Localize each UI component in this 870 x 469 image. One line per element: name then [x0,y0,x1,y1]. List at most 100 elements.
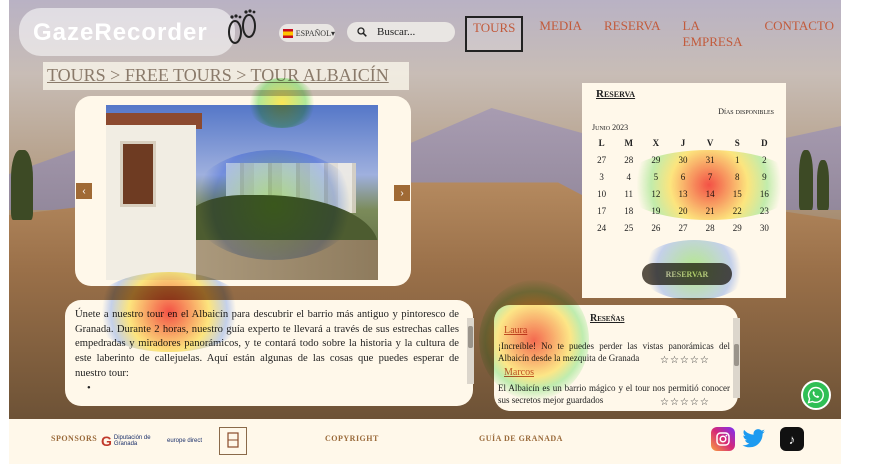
review-author[interactable]: Marcos [504,367,534,378]
calendar-day[interactable]: 4 [615,168,642,185]
calendar-day[interactable]: 31 [697,151,724,168]
twitter-glyph [742,429,765,448]
booking-panel: Reserva Días disponibles Junio 2023 L M … [582,83,786,298]
header: GazeRecorder ESPAÑOL▾ Buscar... TOURS ME… [9,0,841,58]
nav-reserva[interactable]: RESERVA [598,16,667,52]
sponsors-label: SPONSORS [51,434,98,443]
calendar-day[interactable]: 27 [669,219,696,236]
weekday: J [680,138,686,148]
reviews-title: Reseñas [590,313,625,324]
calendar-day[interactable]: 28 [615,151,642,168]
instagram-icon[interactable] [711,427,735,451]
sponsor-diputacion-logo[interactable]: G Diputación de Granada [101,427,151,455]
search-input[interactable]: Buscar... [347,22,455,42]
nav-contacto[interactable]: CONTACTO [758,16,840,52]
calendar-day[interactable]: 18 [615,202,642,219]
calendar-day[interactable]: 7 [697,168,724,185]
gallery-next-button[interactable]: › [394,185,410,201]
review-stars[interactable]: ☆☆☆☆☆ [660,355,710,366]
calendar-day[interactable]: 2 [751,151,778,168]
guia-granada-link[interactable]: GUÍA DE GRANADA [479,434,563,443]
weekday: S [734,138,740,148]
calendar-day[interactable]: 23 [751,202,778,219]
calendar-day[interactable]: 19 [642,202,669,219]
review-author[interactable]: Laura [504,325,527,336]
photo-door [120,141,156,207]
footer: SPONSORS G Diputación de Granada europe … [9,419,841,464]
search-placeholder: Buscar... [377,26,416,38]
search-icon [357,27,367,37]
nav-tours[interactable]: TOURS [465,16,524,52]
scrollbar-thumb[interactable] [734,344,739,366]
scrollbar-thumb[interactable] [468,326,473,348]
background-tree [817,160,829,210]
calendar-day[interactable]: 8 [724,168,751,185]
calendar-day[interactable]: 1 [724,151,751,168]
calendar-day[interactable]: 11 [615,185,642,202]
gallery-prev-button[interactable]: ‹ [76,183,92,199]
reviews-panel: Reseñas Laura ¡Increíble! No te puedes p… [494,305,738,411]
available-days-label: Días disponibles [718,107,774,116]
calendar-day[interactable]: 14 [697,185,724,202]
main-nav: TOURS MEDIA RESERVA LA EMPRESA CONTACTO [465,16,841,52]
background-tree [799,150,813,210]
nav-la-empresa[interactable]: LA EMPRESA [677,16,749,52]
weekday: V [706,138,714,148]
calendar-day[interactable]: 27 [588,151,615,168]
calendar-day[interactable]: 21 [697,202,724,219]
tour-description: Únete a nuestro tour en el Albaicín para… [65,300,473,406]
nav-media[interactable]: MEDIA [533,16,588,52]
calendar-day[interactable]: 26 [642,219,669,236]
reserve-button[interactable]: RESERVAR [642,263,732,285]
description-scrollbar[interactable] [467,318,474,384]
whatsapp-glyph [807,386,824,404]
crest-icon [227,432,239,448]
page-frame: GazeRecorder ESPAÑOL▾ Buscar... TOURS ME… [9,0,841,464]
calendar-week: 10 11 12 13 14 15 16 [588,185,778,202]
calendar-week: 3456789 [588,168,778,185]
calendar-day[interactable]: 28 [697,219,724,236]
calendar-day[interactable]: 20 [669,202,696,219]
calendar-day[interactable]: 15 [724,185,751,202]
language-label: ESPAÑOL▾ [295,28,335,38]
background-tree [11,150,33,220]
logo-text: GazeRecorder [33,19,208,47]
calendar-day[interactable]: 5 [642,168,669,185]
sponsor-crest-logo[interactable] [219,427,247,455]
calendar-day[interactable]: 3 [588,168,615,185]
sponsor-europe-direct-logo[interactable]: europe direct [167,427,213,455]
calendar-week: 17 18 19 20 21 22 23 [588,202,778,219]
calendar-day[interactable]: 9 [751,168,778,185]
calendar-day[interactable]: 13 [669,185,696,202]
review-stars[interactable]: ☆☆☆☆☆ [660,397,710,408]
breadcrumb[interactable]: TOURS > FREE TOURS > TOUR ALBAICÍN [43,62,409,90]
calendar-week: 24 25 26 27 28 29 30 [588,219,778,236]
calendar-day[interactable]: 12 [642,185,669,202]
sponsor-europe-direct-label: europe direct [167,438,203,444]
whatsapp-icon[interactable] [801,380,831,410]
booking-title: Reserva [596,88,636,100]
weekday: X [652,138,660,148]
calendar-day[interactable]: 30 [751,219,778,236]
description-bullet: • [87,382,91,394]
calendar-day[interactable]: 24 [588,219,615,236]
calendar-day[interactable]: 10 [588,185,615,202]
calendar-day[interactable]: 29 [724,219,751,236]
copyright-link[interactable]: COPYRIGHT [325,434,379,443]
calendar-day[interactable]: 30 [669,151,696,168]
twitter-icon[interactable] [742,427,766,451]
instagram-glyph [716,432,730,446]
calendar-day[interactable]: 22 [724,202,751,219]
calendar-day[interactable]: 16 [751,185,778,202]
calendar-day[interactable]: 25 [615,219,642,236]
description-text: Únete a nuestro tour en el Albaicín para… [75,309,459,379]
reviews-scrollbar[interactable] [733,318,740,398]
calendar-day[interactable]: 29 [642,151,669,168]
diputacion-icon: G [101,433,112,449]
calendar-day[interactable]: 6 [669,168,696,185]
calendar-day[interactable]: 17 [588,202,615,219]
tiktok-icon[interactable]: ♪ [780,427,804,451]
language-select[interactable]: ESPAÑOL▾ [279,24,335,42]
weekday: M [624,138,633,148]
weekday: L [598,138,605,148]
